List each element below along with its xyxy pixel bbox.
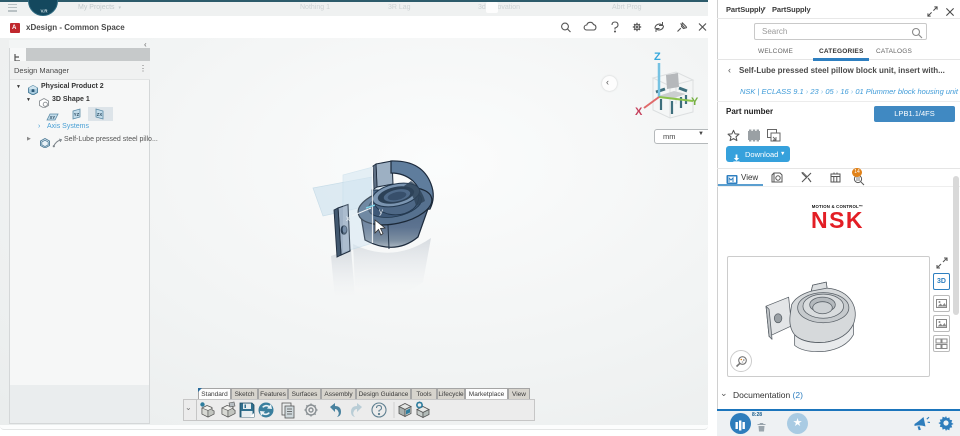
svg-text:X: X xyxy=(635,106,643,118)
svg-text:Y: Y xyxy=(691,96,699,108)
svg-text:Z: Z xyxy=(654,51,661,63)
svg-text:ZX: ZX xyxy=(97,112,103,117)
svg-text:y: y xyxy=(379,207,383,216)
svg-text:XY: XY xyxy=(50,115,56,120)
svg-text:YZ: YZ xyxy=(74,112,80,117)
svg-text:V.R: V.R xyxy=(40,9,48,14)
svg-text:x: x xyxy=(346,214,350,223)
